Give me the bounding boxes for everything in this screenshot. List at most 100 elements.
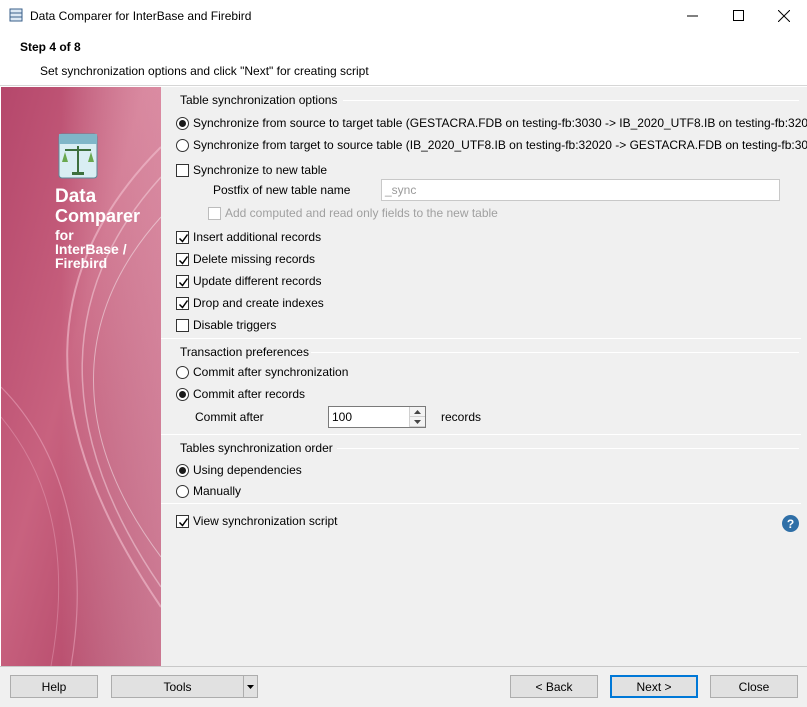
close-button-label: Close bbox=[738, 679, 770, 694]
logo-line-firebird: Firebird bbox=[55, 255, 108, 271]
checkbox-indicator[interactable] bbox=[176, 252, 189, 266]
radio-indicator[interactable] bbox=[176, 484, 189, 498]
checkbox-indicator[interactable] bbox=[176, 514, 189, 528]
divider bbox=[311, 352, 799, 353]
insert-additional-checkbox[interactable]: Insert additional records bbox=[176, 230, 321, 244]
wizard-footer: Help Tools < Back Next > Close bbox=[0, 666, 807, 707]
update-different-checkbox[interactable]: Update different records bbox=[176, 274, 322, 288]
checkbox-indicator[interactable] bbox=[176, 163, 189, 177]
using-dependencies-radio[interactable]: Using dependencies bbox=[176, 463, 302, 477]
manually-label: Manually bbox=[193, 484, 242, 498]
drop-create-indexes-label: Drop and create indexes bbox=[193, 296, 324, 310]
tools-button[interactable]: Tools bbox=[111, 675, 244, 698]
window-title: Data Comparer for InterBase and Firebird bbox=[30, 9, 252, 23]
radio-indicator[interactable] bbox=[176, 365, 189, 379]
tools-button-label: Tools bbox=[163, 679, 192, 694]
chevron-down-icon bbox=[414, 419, 421, 424]
app-icon bbox=[9, 8, 23, 22]
radio-indicator[interactable] bbox=[176, 138, 189, 152]
sync-to-new-table-checkbox[interactable]: Synchronize to new table bbox=[176, 163, 327, 177]
minimize-icon bbox=[686, 15, 698, 17]
logo-line-interbase: InterBase / bbox=[55, 241, 127, 257]
checkbox-indicator[interactable] bbox=[176, 318, 189, 332]
commit-after-records-label: Commit after records bbox=[193, 387, 306, 401]
checkbox-indicator[interactable] bbox=[176, 274, 189, 288]
divider bbox=[337, 448, 799, 449]
table-sync-group-title: Table synchronization options bbox=[180, 93, 338, 107]
help-button[interactable]: Help bbox=[10, 675, 98, 698]
commit-after-stepper[interactable]: 100 bbox=[328, 406, 426, 428]
commit-after-records-radio[interactable]: Commit after records bbox=[176, 387, 305, 401]
insert-additional-label: Insert additional records bbox=[193, 230, 322, 244]
commit-after-sync-radio[interactable]: Commit after synchronization bbox=[176, 365, 348, 379]
radio-indicator[interactable] bbox=[176, 463, 189, 477]
close-window-button[interactable] bbox=[761, 0, 807, 31]
divider bbox=[161, 434, 801, 435]
stepper-down-button[interactable] bbox=[410, 417, 425, 427]
minimize-button[interactable] bbox=[669, 0, 715, 31]
divider bbox=[161, 503, 801, 504]
add-computed-label: Add computed and read only fields to the… bbox=[225, 206, 498, 220]
stepper-up-button[interactable] bbox=[410, 407, 425, 417]
back-button[interactable]: < Back bbox=[510, 675, 598, 698]
commit-after-value: 100 bbox=[332, 410, 353, 424]
divider bbox=[343, 100, 799, 101]
checkbox-indicator[interactable] bbox=[176, 296, 189, 310]
view-script-label: View synchronization script bbox=[193, 514, 338, 528]
records-label: records bbox=[441, 410, 482, 424]
disable-triggers-checkbox[interactable]: Disable triggers bbox=[176, 318, 276, 332]
divider bbox=[161, 338, 801, 339]
drop-create-indexes-checkbox[interactable]: Drop and create indexes bbox=[176, 296, 324, 310]
step-indicator: Step 4 of 8 bbox=[20, 40, 81, 54]
postfix-input[interactable]: _sync bbox=[381, 179, 780, 201]
checkmark-icon bbox=[178, 255, 189, 265]
add-computed-checkbox[interactable]: Add computed and read only fields to the… bbox=[208, 206, 498, 220]
disable-triggers-label: Disable triggers bbox=[193, 318, 277, 332]
close-button[interactable]: Close bbox=[710, 675, 798, 698]
logo-line-for: for bbox=[55, 227, 74, 243]
direction-target-to-source-label: Synchronize from target to source table … bbox=[193, 138, 807, 152]
checkmark-icon bbox=[178, 233, 189, 243]
chevron-up-icon bbox=[414, 409, 421, 414]
help-button-label: Help bbox=[41, 679, 67, 694]
chevron-down-icon bbox=[247, 684, 254, 689]
sync-to-new-table-label: Synchronize to new table bbox=[193, 163, 328, 177]
tools-dropdown-button[interactable] bbox=[243, 675, 258, 698]
product-banner: Data Comparer for InterBase / Firebird bbox=[1, 87, 161, 666]
logo-line-data: Data bbox=[55, 186, 97, 207]
next-button-label: Next > bbox=[636, 679, 672, 694]
maximize-button[interactable] bbox=[715, 0, 761, 31]
close-icon bbox=[778, 9, 790, 22]
direction-target-to-source-radio[interactable]: Synchronize from target to source table … bbox=[176, 138, 807, 152]
step-description: Set synchronization options and click "N… bbox=[40, 64, 369, 78]
checkbox-indicator[interactable] bbox=[208, 206, 221, 220]
view-script-checkbox[interactable]: View synchronization script bbox=[176, 514, 338, 528]
update-different-label: Update different records bbox=[193, 274, 322, 288]
logo-line-comparer: Comparer bbox=[55, 206, 141, 226]
radio-indicator[interactable] bbox=[176, 116, 189, 130]
commit-after-sync-label: Commit after synchronization bbox=[193, 365, 349, 379]
delete-missing-label: Delete missing records bbox=[193, 252, 316, 266]
radio-indicator[interactable] bbox=[176, 387, 189, 401]
checkmark-icon bbox=[178, 277, 189, 287]
order-group-title: Tables synchronization order bbox=[180, 441, 333, 455]
title-bar: Data Comparer for InterBase and Firebird bbox=[0, 0, 807, 31]
options-panel: Table synchronization options Synchroniz… bbox=[161, 87, 807, 666]
checkbox-indicator[interactable] bbox=[176, 230, 189, 244]
next-button[interactable]: Next > bbox=[610, 675, 698, 698]
direction-source-to-target-label: Synchronize from source to target table … bbox=[193, 116, 807, 130]
direction-source-to-target-radio[interactable]: Synchronize from source to target table … bbox=[176, 116, 807, 130]
transaction-group-title: Transaction preferences bbox=[180, 345, 309, 359]
back-button-label: < Back bbox=[535, 679, 573, 694]
stepper-arrows bbox=[409, 407, 425, 427]
postfix-value: _sync bbox=[385, 183, 417, 197]
checkmark-icon bbox=[178, 517, 189, 527]
checkmark-icon bbox=[178, 299, 189, 309]
commit-after-label: Commit after bbox=[195, 410, 264, 424]
wizard-header: Step 4 of 8 Set synchronization options … bbox=[0, 31, 807, 86]
manually-radio[interactable]: Manually bbox=[176, 484, 241, 498]
delete-missing-checkbox[interactable]: Delete missing records bbox=[176, 252, 315, 266]
maximize-icon bbox=[732, 10, 744, 21]
postfix-label: Postfix of new table name bbox=[213, 183, 351, 197]
help-icon[interactable]: ? bbox=[782, 515, 799, 532]
